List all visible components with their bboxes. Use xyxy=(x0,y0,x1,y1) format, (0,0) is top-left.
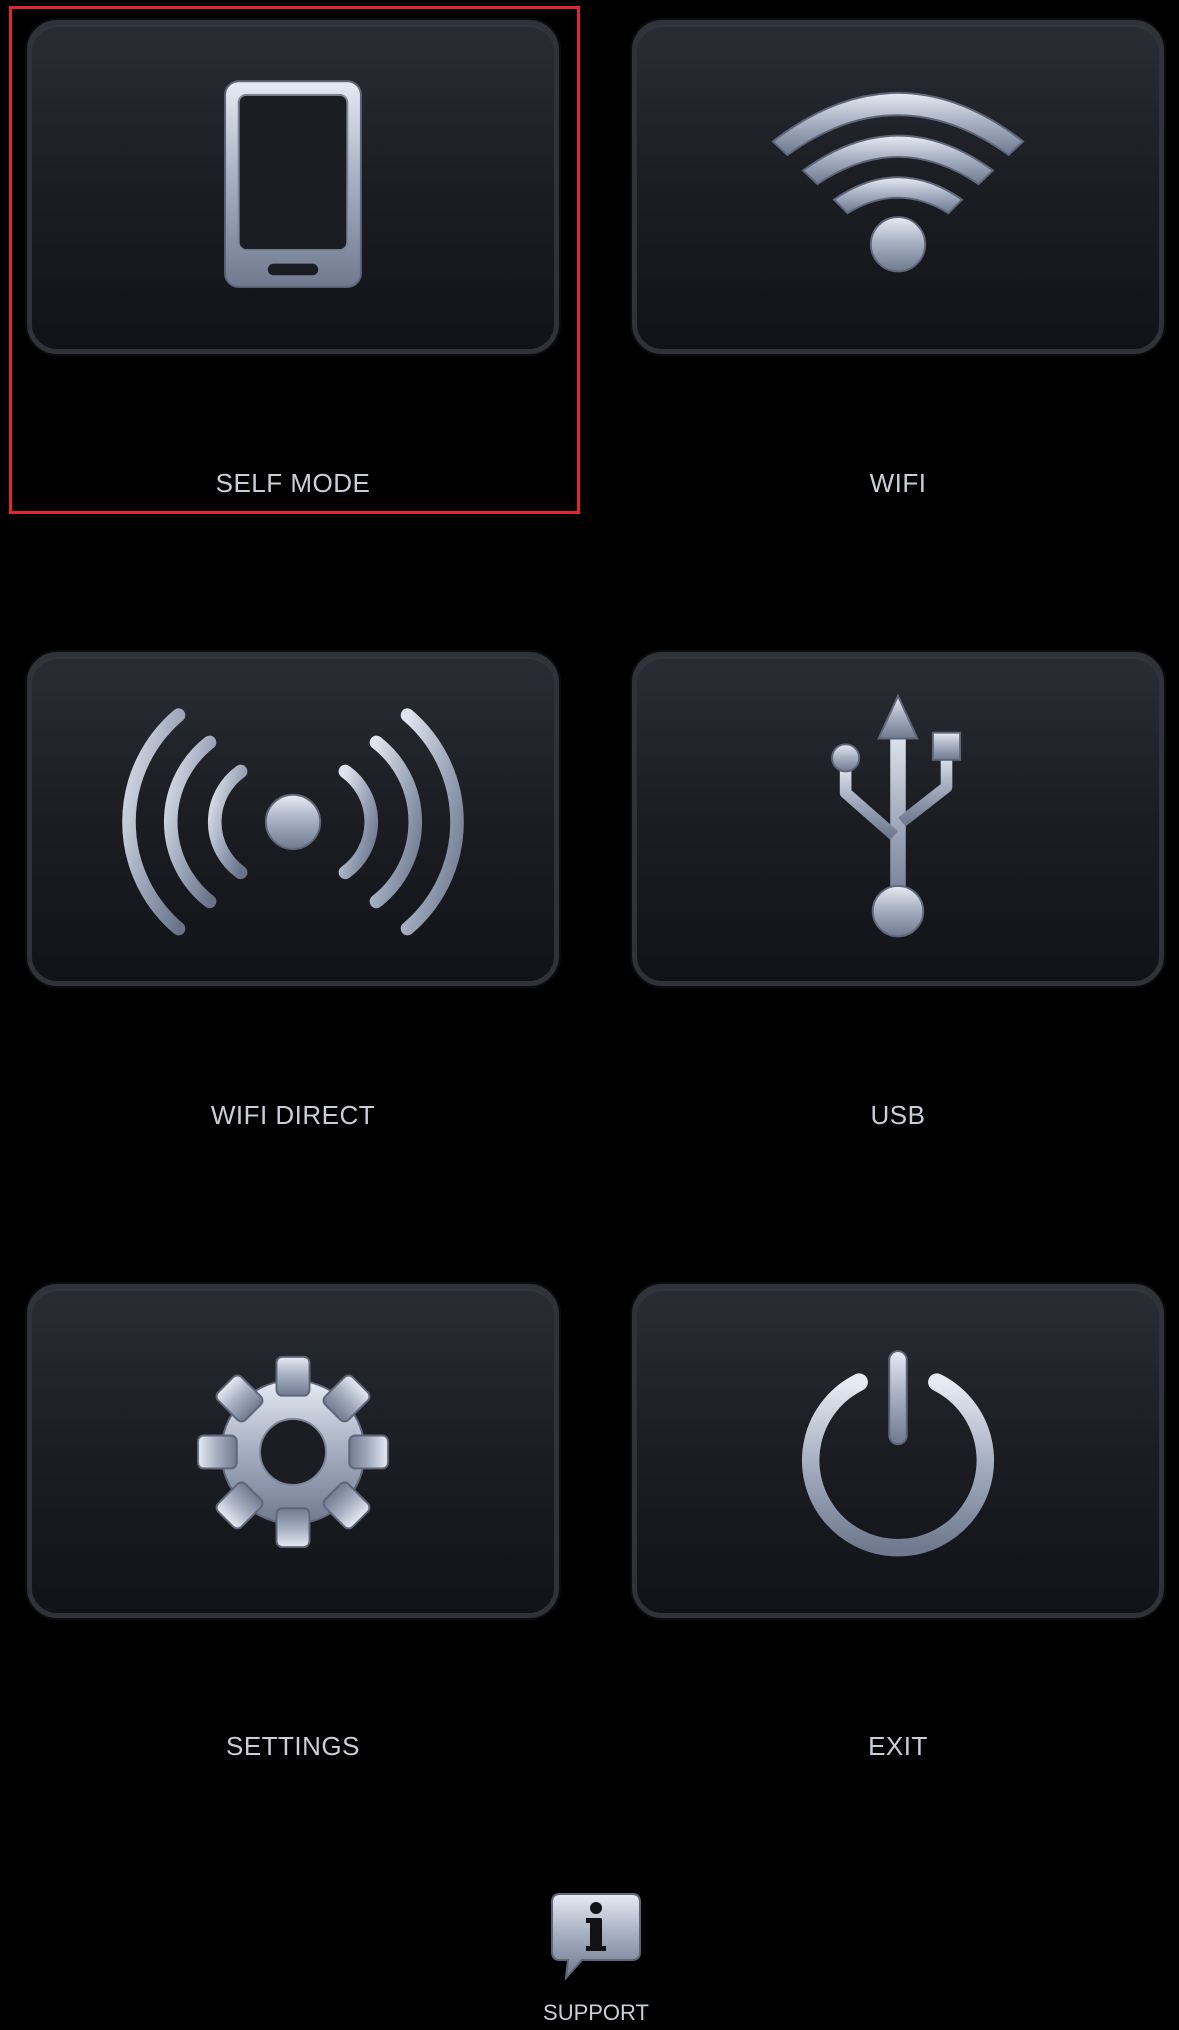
wifi-button[interactable] xyxy=(632,20,1164,354)
info-bubble-icon xyxy=(551,1893,641,1982)
wifi-direct-label: WIFI DIRECT xyxy=(210,1100,376,1130)
usb-button[interactable] xyxy=(632,652,1164,986)
selection-highlight xyxy=(9,6,580,514)
gear-icon xyxy=(196,1355,390,1549)
settings-button[interactable] xyxy=(27,1284,559,1618)
broadcast-icon xyxy=(122,708,464,936)
wifi-icon xyxy=(771,91,1025,273)
usb-label: USB xyxy=(870,1100,926,1130)
usb-icon xyxy=(831,693,962,938)
support-label: SUPPORT xyxy=(543,2000,649,2025)
settings-label: SETTINGS xyxy=(225,1731,360,1761)
exit-button[interactable] xyxy=(632,1284,1164,1618)
support-button[interactable] xyxy=(548,1890,644,1982)
wifi-label: WIFI xyxy=(869,468,927,498)
wifi-direct-button[interactable] xyxy=(27,652,559,986)
exit-label: EXIT xyxy=(868,1731,928,1761)
power-icon xyxy=(802,1350,994,1557)
